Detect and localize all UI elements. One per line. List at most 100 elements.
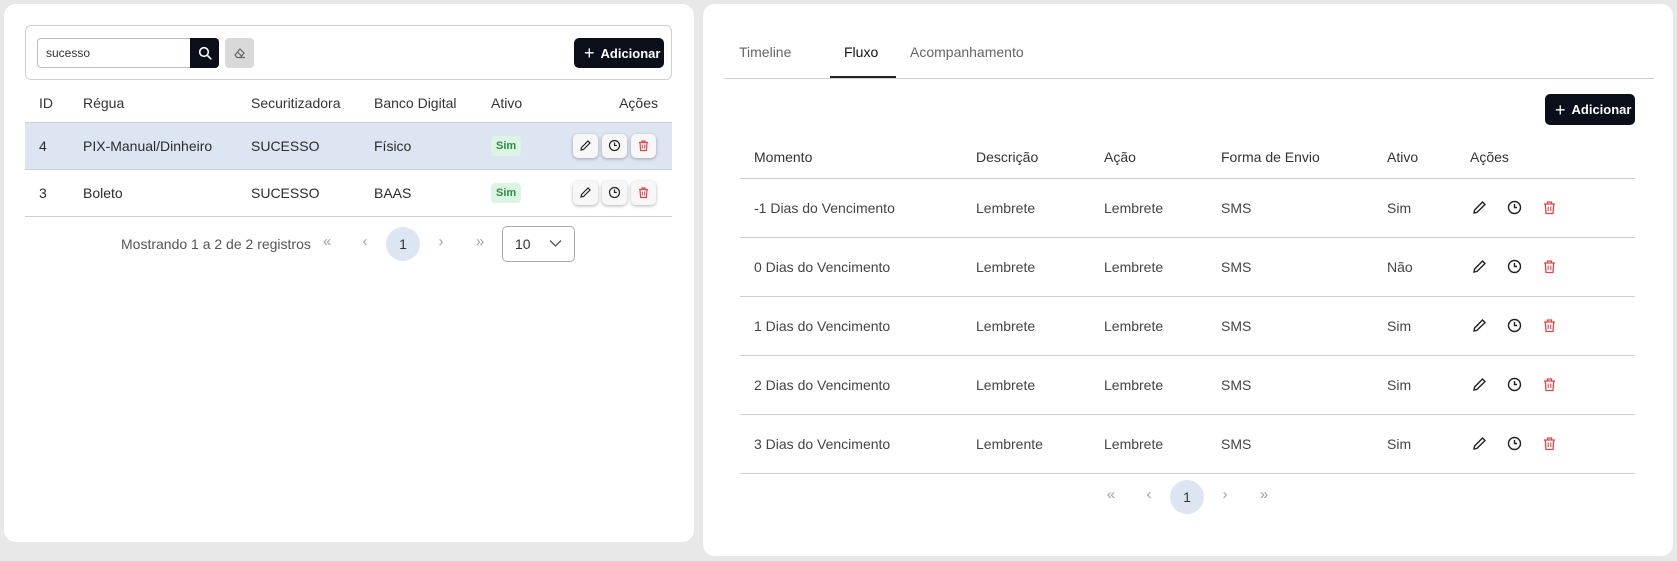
table-row[interactable]: 3 Boleto SUCESSO BAAS Sim — [25, 169, 672, 217]
table-row[interactable]: 4 PIX-Manual/Dinheiro SUCESSO Físico Sim — [25, 122, 672, 170]
tab-acompanhamento[interactable]: Acompanhamento — [910, 44, 1024, 60]
cell-acoes — [1456, 178, 1635, 238]
delete-button[interactable] — [1540, 258, 1558, 276]
cell-id: 3 — [25, 169, 83, 217]
edit-button[interactable] — [1470, 376, 1488, 394]
edit-icon — [1472, 437, 1486, 450]
trash-icon — [639, 140, 648, 152]
cell-acao: Lembrete — [1090, 414, 1207, 474]
search-input[interactable] — [37, 38, 190, 68]
column-header-acao: Ação — [1090, 137, 1207, 179]
pagination-info: Mostrando 1 a 2 de 2 registros — [121, 236, 311, 252]
status-badge: Sim — [491, 182, 522, 203]
pagination: Mostrando 1 a 2 de 2 registros « ‹ 1 › »… — [4, 226, 694, 262]
prev-page-button[interactable]: ‹ — [355, 233, 375, 250]
table-row[interactable]: 0 Dias do Vencimento Lembrete Lembrete SMS N… — [740, 237, 1635, 297]
last-page-button[interactable]: » — [1254, 486, 1274, 503]
column-header-ativo: Ativo — [1373, 137, 1456, 179]
delete-button[interactable] — [631, 133, 656, 158]
add-button-label: Adicionar — [1571, 102, 1632, 117]
cell-securitizadora: SUCESSO — [251, 122, 374, 170]
cell-regua: PIX-Manual/Dinheiro — [83, 122, 251, 170]
history-button[interactable] — [1505, 435, 1523, 453]
add-regua-button[interactable]: + Adicionar — [574, 38, 664, 68]
chevron-down-icon — [549, 240, 562, 247]
cell-descricao: Lembrete — [962, 296, 1090, 356]
tab-bar: Timeline Fluxo Acompanhamento — [724, 30, 1654, 79]
edit-button[interactable] — [1470, 199, 1488, 217]
cell-acao: Lembrete — [1090, 237, 1207, 297]
cell-momento: 2 Dias do Vencimento — [740, 355, 962, 415]
cell-momento: 3 Dias do Vencimento — [740, 414, 962, 474]
history-button[interactable] — [1505, 376, 1523, 394]
add-fluxo-button[interactable]: + Adicionar — [1545, 94, 1635, 125]
next-page-button[interactable]: › — [431, 233, 451, 250]
cell-ativo: Sim — [1373, 355, 1456, 415]
first-page-button[interactable]: « — [317, 233, 337, 250]
table-row[interactable]: 1 Dias do Vencimento Lembrete Lembrete SMS S… — [740, 296, 1635, 356]
cell-regua: Boleto — [83, 169, 251, 217]
history-icon — [1507, 377, 1521, 392]
column-header-id: ID — [25, 84, 83, 123]
cell-forma: SMS — [1207, 414, 1373, 474]
next-page-button[interactable]: › — [1215, 486, 1235, 503]
tab-fluxo[interactable]: Fluxo — [844, 44, 878, 60]
edit-icon — [1472, 201, 1486, 214]
delete-button[interactable] — [1540, 435, 1558, 453]
history-icon — [608, 186, 621, 199]
column-header-acoes: Ações — [1456, 137, 1635, 179]
history-button[interactable] — [1505, 317, 1523, 335]
page-size-select[interactable]: 10 — [502, 226, 575, 262]
history-icon — [608, 139, 621, 152]
delete-button[interactable] — [1540, 199, 1558, 217]
column-header-securitizadora: Securitizadora — [251, 84, 374, 123]
trash-icon — [1543, 260, 1555, 274]
history-button[interactable] — [602, 180, 627, 205]
cell-forma: SMS — [1207, 237, 1373, 297]
tab-timeline[interactable]: Timeline — [739, 44, 791, 60]
table-header-row: ID Régua Securitizadora Banco Digital At… — [25, 84, 672, 123]
first-page-button[interactable]: « — [1101, 486, 1121, 503]
last-page-button[interactable]: » — [470, 233, 490, 250]
edit-button[interactable] — [573, 133, 598, 158]
cell-acao: Lembrete — [1090, 355, 1207, 415]
edit-button[interactable] — [1470, 258, 1488, 276]
search-button[interactable] — [190, 38, 219, 68]
cell-securitizadora: SUCESSO — [251, 169, 374, 217]
table-header-row: Momento Descrição Ação Forma de Envio At… — [740, 137, 1635, 179]
edit-button[interactable] — [1470, 435, 1488, 453]
cell-forma: SMS — [1207, 178, 1373, 238]
history-icon — [1507, 259, 1521, 274]
cell-forma: SMS — [1207, 355, 1373, 415]
plus-icon: + — [1555, 99, 1566, 120]
column-header-banco: Banco Digital — [374, 84, 491, 123]
delete-button[interactable] — [631, 180, 656, 205]
table-row[interactable]: 2 Dias do Vencimento Lembrete Lembrete SMS S… — [740, 355, 1635, 415]
history-button[interactable] — [602, 133, 627, 158]
delete-button[interactable] — [1540, 317, 1558, 335]
history-button[interactable] — [1505, 258, 1523, 276]
cell-acoes — [1456, 355, 1635, 415]
edit-button[interactable] — [1470, 317, 1488, 335]
fluxo-panel: Timeline Fluxo Acompanhamento + Adiciona… — [703, 4, 1673, 556]
edit-icon — [580, 140, 591, 151]
fluxo-table: Momento Descrição Ação Forma de Envio At… — [740, 137, 1635, 474]
prev-page-button[interactable]: ‹ — [1139, 486, 1159, 503]
trash-icon — [1543, 437, 1555, 451]
page-1-button[interactable]: 1 — [1170, 480, 1204, 514]
edit-icon — [1472, 260, 1486, 273]
column-header-ativo: Ativo — [491, 84, 563, 123]
cell-descricao: Lembrete — [962, 237, 1090, 297]
cell-momento: 0 Dias do Vencimento — [740, 237, 962, 297]
cell-ativo: Sim — [1373, 296, 1456, 356]
table-row[interactable]: 3 Dias do Vencimento Lembrente Lembrete SMS… — [740, 414, 1635, 474]
filter-bar: + Adicionar — [25, 25, 672, 80]
delete-button[interactable] — [1540, 376, 1558, 394]
cell-ativo: Sim — [491, 169, 563, 217]
cell-acoes — [563, 122, 672, 170]
edit-button[interactable] — [573, 180, 598, 205]
history-button[interactable] — [1505, 199, 1523, 217]
page-1-button[interactable]: 1 — [386, 227, 420, 261]
clear-filter-button[interactable] — [225, 38, 254, 68]
table-row[interactable]: -1 Dias do Vencimento Lembrete Lembrete SMS… — [740, 178, 1635, 238]
